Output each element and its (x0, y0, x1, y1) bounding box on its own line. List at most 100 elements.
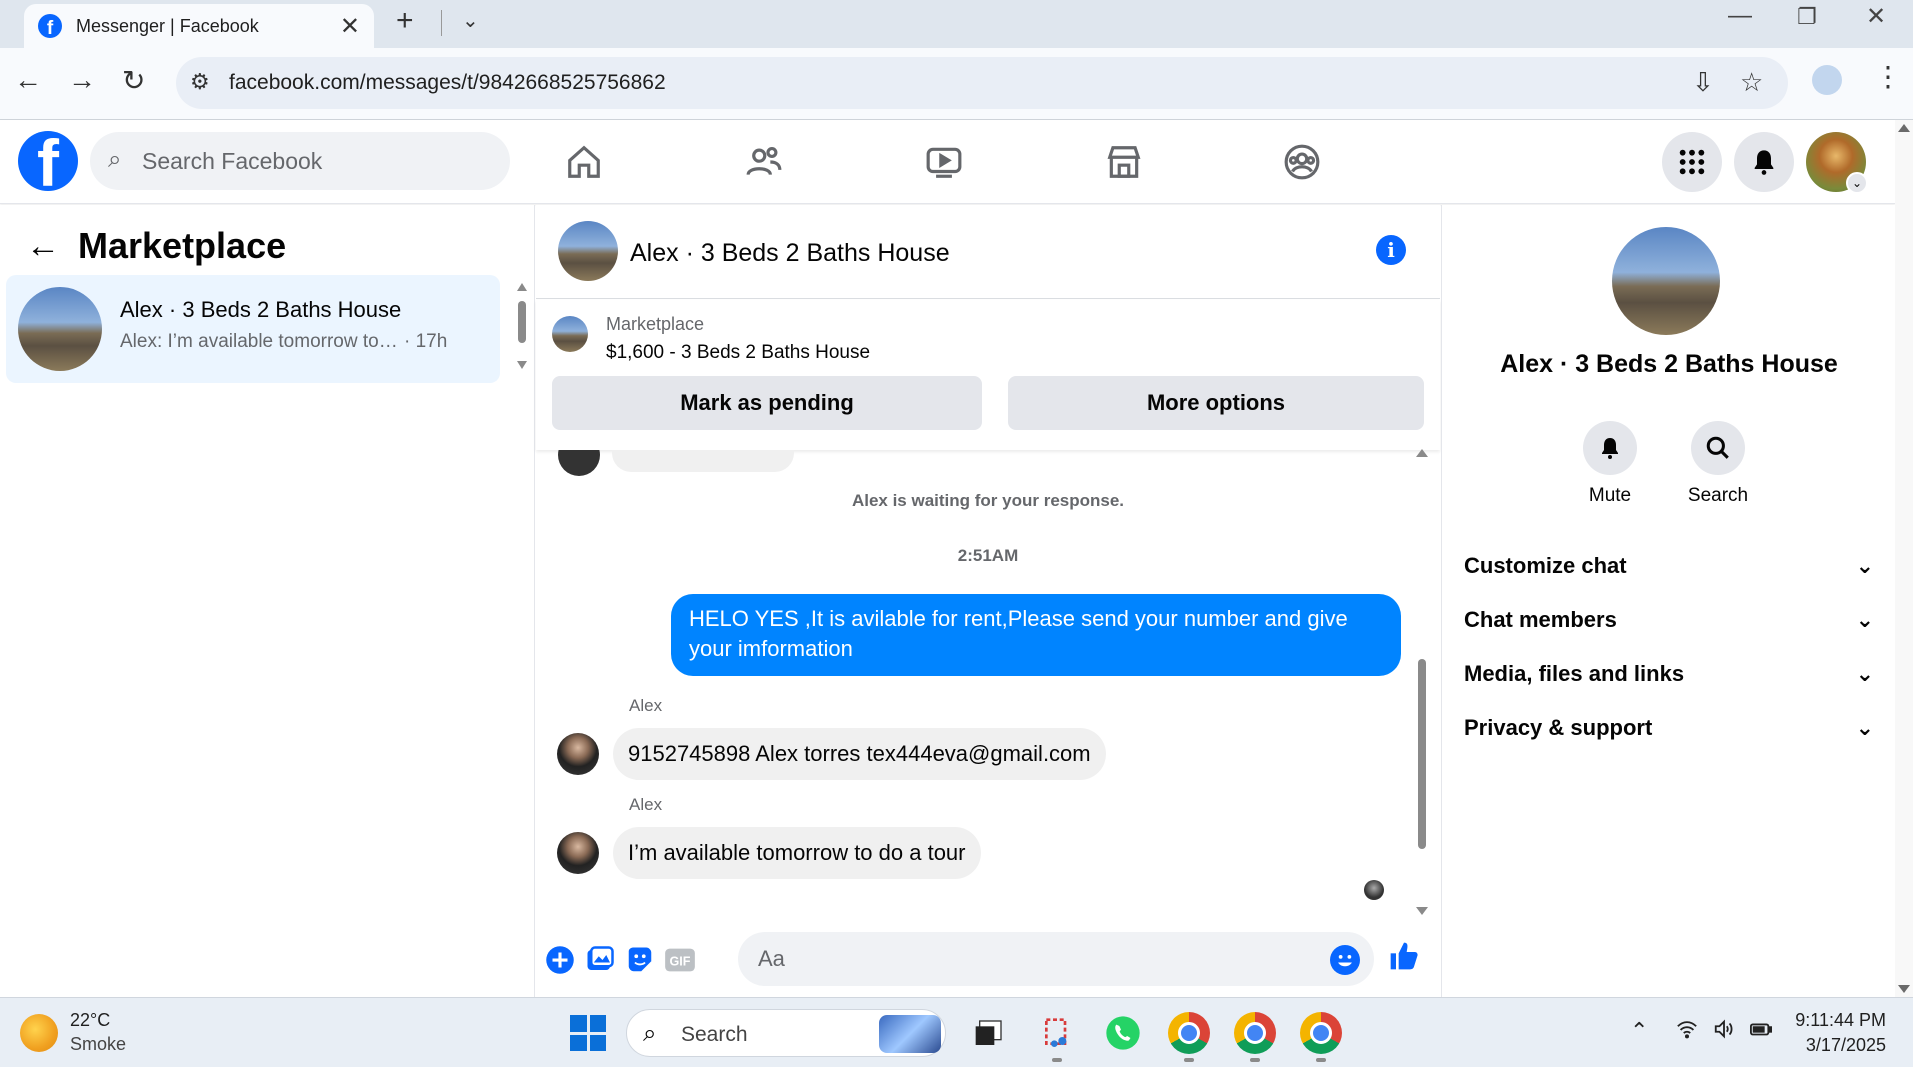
sidebar-title: Marketplace (78, 225, 287, 266)
facebook-logo-icon[interactable]: f (18, 131, 78, 191)
address-bar[interactable]: ⚙ facebook.com/messages/t/98426685257568… (176, 57, 1788, 109)
customize-chat-section[interactable]: Customize chat ⌄ (1464, 546, 1874, 586)
browser-profile-icon[interactable] (1812, 65, 1842, 95)
section-label: Privacy & support (1464, 715, 1653, 740)
weather-temp[interactable]: 22°C (70, 1010, 110, 1031)
chat-avatar[interactable] (558, 221, 618, 281)
url-text[interactable]: facebook.com/messages/t/9842668525756862 (229, 71, 666, 95)
photo-icon[interactable] (584, 944, 616, 976)
section-label: Media, files and links (1464, 661, 1685, 686)
wifi-icon[interactable] (1676, 1018, 1698, 1046)
friends-icon[interactable] (740, 138, 788, 186)
add-plus-icon[interactable] (544, 944, 576, 976)
sender-avatar[interactable] (557, 832, 599, 874)
sender-name: Alex (629, 795, 663, 814)
message-input[interactable] (758, 940, 1318, 978)
notifications-bell-icon[interactable] (1734, 132, 1794, 192)
search-conversation-button[interactable]: Search (1668, 421, 1768, 507)
chat-members-section[interactable]: Chat members ⌄ (1464, 600, 1874, 640)
listing-title[interactable]: $1,600 - 3 Beds 2 Baths House (606, 342, 870, 364)
thumbs-up-icon[interactable] (1388, 940, 1420, 972)
task-view-icon[interactable] (968, 1012, 1010, 1054)
tab-title: Messenger | Facebook (76, 15, 259, 36)
listing-thumbnail[interactable] (552, 316, 588, 352)
page-scrollbar[interactable] (1895, 120, 1913, 997)
facebook-search-input[interactable] (142, 140, 482, 182)
message-bubble-partial (612, 450, 794, 472)
battery-icon[interactable] (1748, 1018, 1774, 1046)
tab-search-chevron-icon[interactable]: ⌄ (462, 8, 479, 33)
windows-taskbar: 22°C Smoke ⌕ Search ⌃ 9:11:44 PM 3/17/20… (0, 997, 1913, 1067)
details-avatar[interactable] (1612, 227, 1720, 335)
search-icon[interactable] (1691, 421, 1745, 475)
minimize-icon[interactable]: — (1728, 2, 1752, 30)
reload-icon[interactable]: ↻ (122, 64, 145, 97)
account-avatar[interactable]: ⌄ (1806, 132, 1868, 194)
running-indicator (1250, 1058, 1260, 1062)
watch-video-icon[interactable] (920, 138, 968, 186)
house-avatar (18, 287, 102, 371)
privacy-support-section[interactable]: Privacy & support ⌄ (1464, 708, 1874, 748)
mute-bell-icon[interactable] (1583, 421, 1637, 475)
close-window-icon[interactable]: ✕ (1866, 2, 1886, 31)
taskbar-search-label: Search (681, 1023, 748, 1046)
message-composer: GIF (536, 920, 1440, 997)
whatsapp-icon[interactable] (1102, 1012, 1144, 1054)
snipping-tool-icon[interactable] (1036, 1012, 1078, 1054)
media-files-links-section[interactable]: Media, files and links ⌄ (1464, 654, 1874, 694)
facebook-search[interactable]: ⌕ (90, 132, 510, 190)
emoji-icon[interactable] (1330, 945, 1360, 975)
chat-title[interactable]: Alex · 3 Beds 2 Baths House (630, 239, 950, 268)
new-tab-icon[interactable]: + (396, 4, 414, 38)
sender-avatar (558, 450, 600, 476)
chrome-profile-icon[interactable] (1300, 1012, 1342, 1054)
outgoing-message-bubble[interactable]: HELO YES ,It is avilable for rent,Please… (671, 594, 1401, 676)
sender-avatar[interactable] (557, 733, 599, 775)
search-label: Search (1687, 485, 1749, 506)
windows-start-icon[interactable] (570, 1015, 606, 1051)
incoming-message-bubble[interactable]: 9152745898 Alex torres tex444eva@gmail.c… (613, 728, 1106, 780)
message-input-box[interactable] (738, 932, 1374, 986)
weather-description[interactable]: Smoke (70, 1034, 126, 1055)
chrome-profile-icon[interactable] (1234, 1012, 1276, 1054)
more-options-button[interactable]: More options (1008, 376, 1424, 430)
marketplace-icon[interactable] (1100, 138, 1148, 186)
menu-grid-icon[interactable] (1662, 132, 1722, 192)
mute-button[interactable]: Mute (1560, 421, 1660, 507)
browser-menu-icon[interactable]: ⋮ (1874, 60, 1902, 93)
chat-scrollbar[interactable] (1414, 447, 1430, 917)
search-highlight-image (879, 1015, 941, 1053)
site-info-icon[interactable]: ⚙ (190, 69, 210, 95)
close-tab-icon[interactable]: ✕ (340, 12, 360, 41)
show-hidden-icons-chevron-icon[interactable]: ⌃ (1630, 1018, 1648, 1044)
weather-sun-icon[interactable] (20, 1014, 58, 1052)
restore-icon[interactable]: ❐ (1797, 4, 1817, 30)
search-icon: ⌕ (108, 146, 122, 173)
gif-icon[interactable]: GIF (664, 944, 696, 976)
info-icon[interactable]: i (1376, 235, 1406, 265)
mute-label: Mute (1588, 485, 1632, 506)
conversation-list-item[interactable]: Alex · 3 Beds 2 Baths House Alex: I’m av… (6, 275, 500, 383)
facebook-favicon-icon: f (38, 14, 62, 38)
bookmark-star-icon[interactable]: ☆ (1740, 67, 1763, 98)
search-icon: ⌕ (643, 1020, 657, 1047)
browser-tab[interactable]: f Messenger | Facebook ✕ (24, 4, 374, 48)
sidebar-scrollbar[interactable] (516, 281, 528, 371)
install-app-icon[interactable]: ⇩ (1692, 67, 1714, 98)
chevron-down-icon[interactable]: ⌄ (1846, 172, 1868, 194)
forward-icon[interactable]: → (68, 64, 96, 96)
groups-icon[interactable] (1278, 138, 1326, 186)
incoming-message-bubble[interactable]: I’m available tomorrow to do a tour (613, 827, 981, 879)
details-title: Alex · 3 Beds 2 Baths House (1500, 350, 1838, 378)
back-icon[interactable]: ← (14, 64, 42, 96)
back-arrow-icon[interactable]: ← (26, 227, 60, 266)
sticker-icon[interactable] (624, 944, 656, 976)
volume-icon[interactable] (1712, 1018, 1736, 1046)
chrome-icon[interactable] (1168, 1012, 1210, 1054)
facebook-top-nav: f ⌕ ⌄ (0, 120, 1895, 204)
home-icon[interactable] (560, 138, 608, 186)
taskbar-search[interactable]: ⌕ Search (626, 1009, 946, 1057)
system-clock[interactable]: 9:11:44 PM 3/17/2025 (1776, 1008, 1886, 1058)
mark-as-pending-button[interactable]: Mark as pending (552, 376, 982, 430)
chat-panel: Alex · 3 Beds 2 Baths House i Marketplac… (536, 205, 1440, 997)
